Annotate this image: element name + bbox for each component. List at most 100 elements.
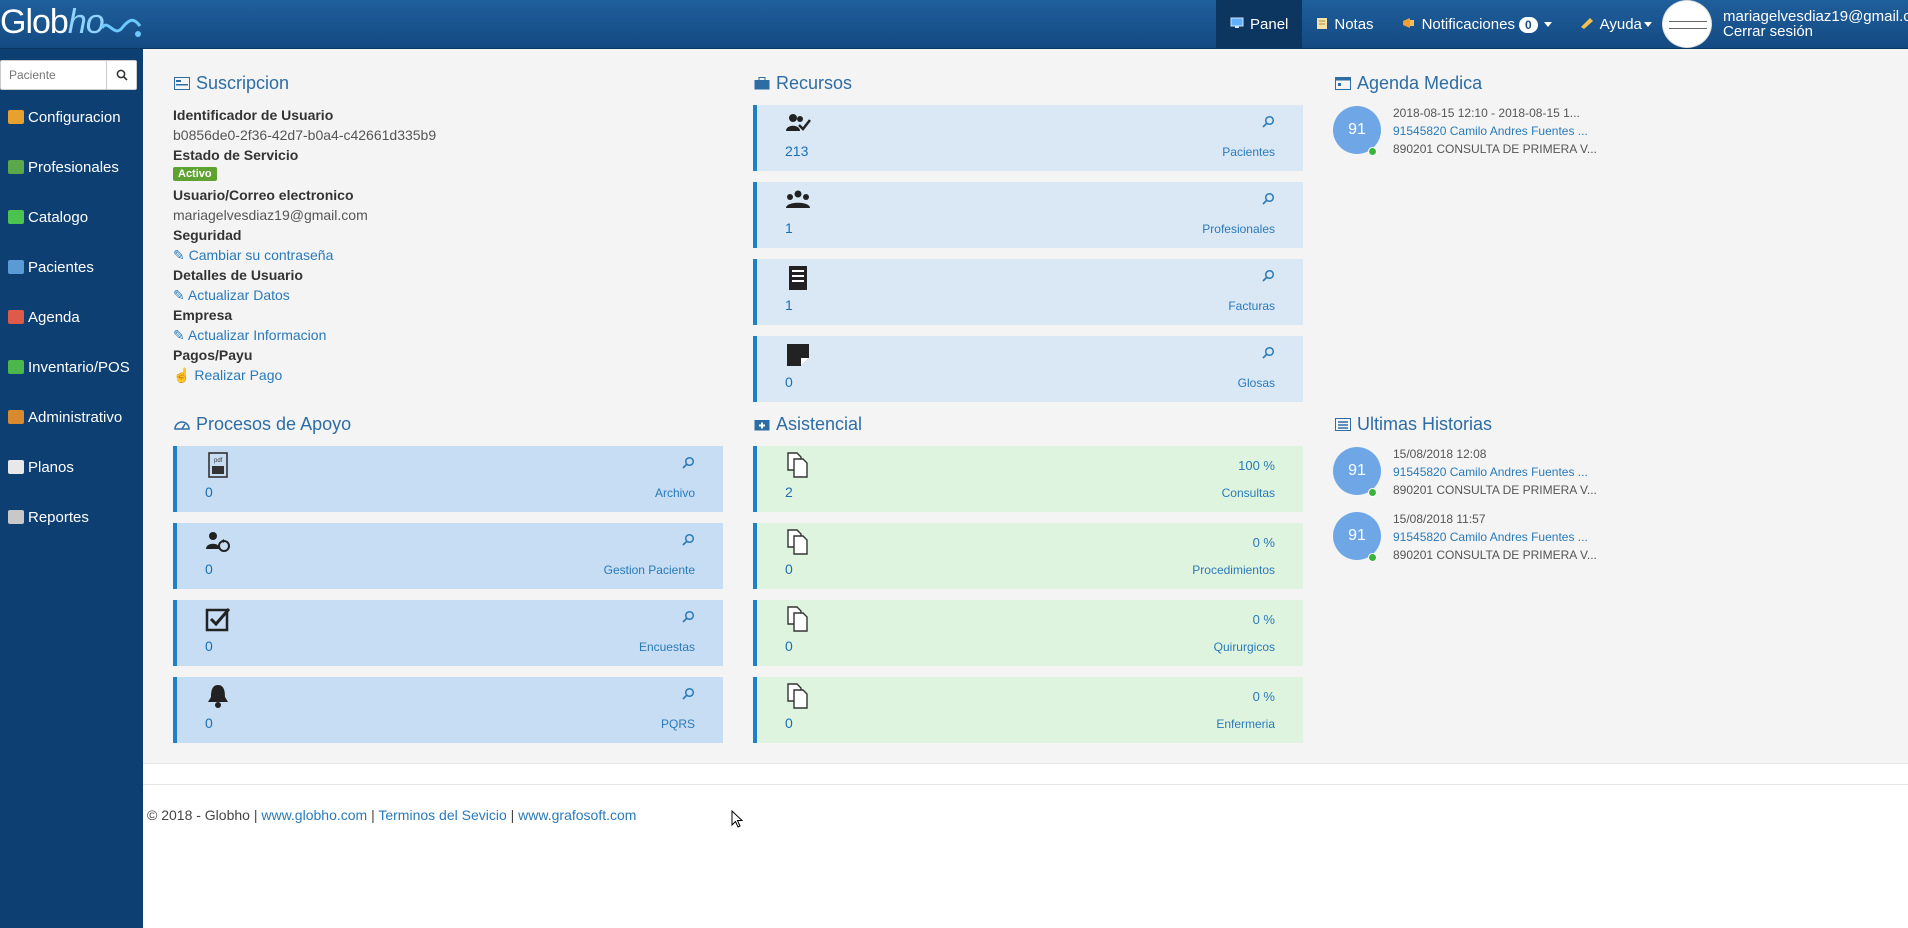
agenda-title: Agenda Medica (1335, 73, 1482, 94)
user-avatar[interactable] (1662, 0, 1712, 48)
recursos-card-facturas[interactable]: 1 Facturas (753, 259, 1303, 325)
share-nodes-icon (8, 210, 24, 224)
card-count: 0 (785, 561, 793, 577)
nav-notificaciones-label: Notificaciones (1421, 16, 1515, 33)
sidebar-item-label: Pacientes (28, 258, 94, 276)
security-label: Seguridad (173, 227, 242, 243)
recursos-title: Recursos (754, 73, 852, 94)
patient-link[interactable]: 91545820 Camilo Andres Fuentes ... (1393, 530, 1588, 544)
magnifier-icon[interactable] (682, 456, 695, 472)
mouse-cursor-icon (731, 810, 743, 828)
sidebar-item-label: Configuracion (28, 108, 121, 126)
agenda-title-text: Agenda Medica (1357, 73, 1483, 93)
card-count: 0 (205, 638, 213, 654)
nav-panel-label: Panel (1250, 16, 1289, 33)
email-label: Usuario/Correo electronico (173, 187, 354, 203)
sidebar-item-administrativo[interactable]: Administrativo (0, 399, 143, 435)
magnifier-icon[interactable] (1262, 192, 1275, 208)
sidebar-item-reportes[interactable]: Reportes (0, 499, 143, 535)
procedure-text: 890201 CONSULTA DE PRIMERA V... (1393, 142, 1597, 156)
magnifier-icon[interactable] (682, 687, 695, 703)
historias-item[interactable]: 91 15/08/2018 11:57 91545820 Camilo Andres… (1333, 512, 1603, 572)
change-password-link[interactable]: ✎ Cambiar su contraseña (173, 247, 333, 264)
sidebar-item-configuracion[interactable]: Configuracion (0, 99, 143, 135)
asistencial-card-quirurgicos[interactable]: 0 0 % Quirurgicos (753, 600, 1303, 666)
note-icon (785, 342, 811, 368)
card-count: 0 (785, 374, 793, 390)
footer-divider (143, 763, 1908, 785)
procesos-card-encuestas[interactable]: 0 Encuestas (173, 600, 723, 666)
magnifier-icon[interactable] (1262, 115, 1275, 131)
company-label: Empresa (173, 307, 233, 323)
sidebar-item-label: Catalogo (28, 208, 89, 226)
sidebar-item-catalogo[interactable]: Catalogo (0, 199, 143, 235)
card-label: Enfermeria (1216, 717, 1275, 731)
magnifier-icon[interactable] (682, 610, 695, 626)
suscripcion-title-text: Suscripcion (196, 73, 290, 93)
briefcase-icon (754, 77, 770, 90)
sidebar-item-agenda[interactable]: Agenda (0, 299, 143, 335)
card-label: Gestion Paciente (603, 563, 695, 577)
procedure-text: 890201 CONSULTA DE PRIMERA V... (1393, 483, 1597, 497)
sidebar-item-label: Inventario/POS (28, 358, 130, 376)
recursos-card-glosas[interactable]: 0 Glosas (753, 336, 1303, 402)
company-logo-icon (1669, 21, 1707, 29)
online-status-dot (1368, 553, 1377, 562)
procesos-card-archivo[interactable]: pdf 0 Archivo (173, 446, 723, 512)
patients-check-icon (785, 111, 811, 137)
globho-logo[interactable]: Globho (0, 0, 142, 49)
asistencial-card-procedimientos[interactable]: 0 0 % Procedimientos (753, 523, 1303, 589)
card-count: 0 (205, 561, 213, 577)
list-icon (1335, 418, 1351, 431)
logout-link[interactable]: Cerrar sesión (1723, 24, 1908, 39)
archive-icon: pdf (205, 452, 231, 478)
agenda-item[interactable]: 91 2018-08-15 12:10 - 2018-08-15 1... 9154… (1333, 106, 1603, 166)
nav-notificaciones[interactable]: Notificaciones 0 (1388, 0, 1566, 49)
avatar-initials: 91 (1348, 121, 1366, 138)
footer-link-grafosoft[interactable]: www.grafosoft.com (518, 807, 636, 823)
asistencial-title: Asistencial (754, 414, 862, 435)
change-password-text: Cambiar su contraseña (188, 247, 334, 263)
search-icon (116, 69, 128, 81)
patient-search-input[interactable] (1, 61, 106, 89)
footer-link-terms[interactable]: Terminos del Sevicio (378, 807, 506, 823)
user-sync-icon (205, 529, 231, 555)
procesos-card-pqrs[interactable]: 0 PQRS (173, 677, 723, 743)
card-label: Facturas (1228, 299, 1275, 313)
procesos-card-gestion-paciente[interactable]: 0 Gestion Paciente (173, 523, 723, 589)
service-status-label: Estado de Servicio (173, 147, 299, 163)
notifications-count-badge: 0 (1518, 16, 1538, 33)
patient-link[interactable]: 91545820 Camilo Andres Fuentes ... (1393, 465, 1588, 479)
sidebar-item-inventario-pos[interactable]: Inventario/POS (0, 349, 143, 385)
nav-ayuda[interactable]: Ayuda (1566, 0, 1666, 49)
asistencial-card-enfermeria[interactable]: 0 0 % Enfermeria (753, 677, 1303, 743)
nav-notas[interactable]: Notas (1302, 0, 1387, 49)
patient-search (0, 60, 137, 90)
nav-ayuda-label: Ayuda (1599, 16, 1642, 33)
footer-link-globho[interactable]: www.globho.com (261, 807, 367, 823)
update-info-link[interactable]: ✎ Actualizar Informacion (173, 327, 326, 344)
inventory-icon (8, 360, 24, 374)
make-payment-link[interactable]: ☝ Realizar Pago (173, 367, 282, 384)
historias-item[interactable]: 91 15/08/2018 12:08 91545820 Camilo Andres… (1333, 447, 1603, 507)
sidebar-item-planos[interactable]: Planos (0, 449, 143, 485)
copy-icon (785, 606, 811, 632)
pencil-icon: ✎ (173, 287, 188, 303)
magnifier-icon[interactable] (682, 533, 695, 549)
printer-icon (8, 510, 24, 524)
sidebar-item-pacientes[interactable]: Pacientes (0, 249, 143, 285)
pencil-icon: ✎ (173, 327, 188, 343)
sidebar-item-label: Planos (28, 458, 74, 476)
recursos-card-profesionales[interactable]: 1 Profesionales (753, 182, 1303, 248)
magnifier-icon[interactable] (1262, 269, 1275, 285)
update-data-text: Actualizar Datos (187, 287, 290, 303)
recursos-card-pacientes[interactable]: 213 Pacientes (753, 105, 1303, 171)
asistencial-card-consultas[interactable]: 2 100 % Consultas (753, 446, 1303, 512)
logo-text-main: Glob (0, 3, 69, 41)
sidebar-item-profesionales[interactable]: Profesionales (0, 149, 143, 185)
search-button[interactable] (106, 61, 136, 89)
magnifier-icon[interactable] (1262, 346, 1275, 362)
update-data-link[interactable]: ✎ Actualizar Datos (173, 287, 290, 304)
patient-link[interactable]: 91545820 Camilo Andres Fuentes ... (1393, 124, 1588, 138)
nav-panel[interactable]: Panel (1216, 0, 1303, 49)
